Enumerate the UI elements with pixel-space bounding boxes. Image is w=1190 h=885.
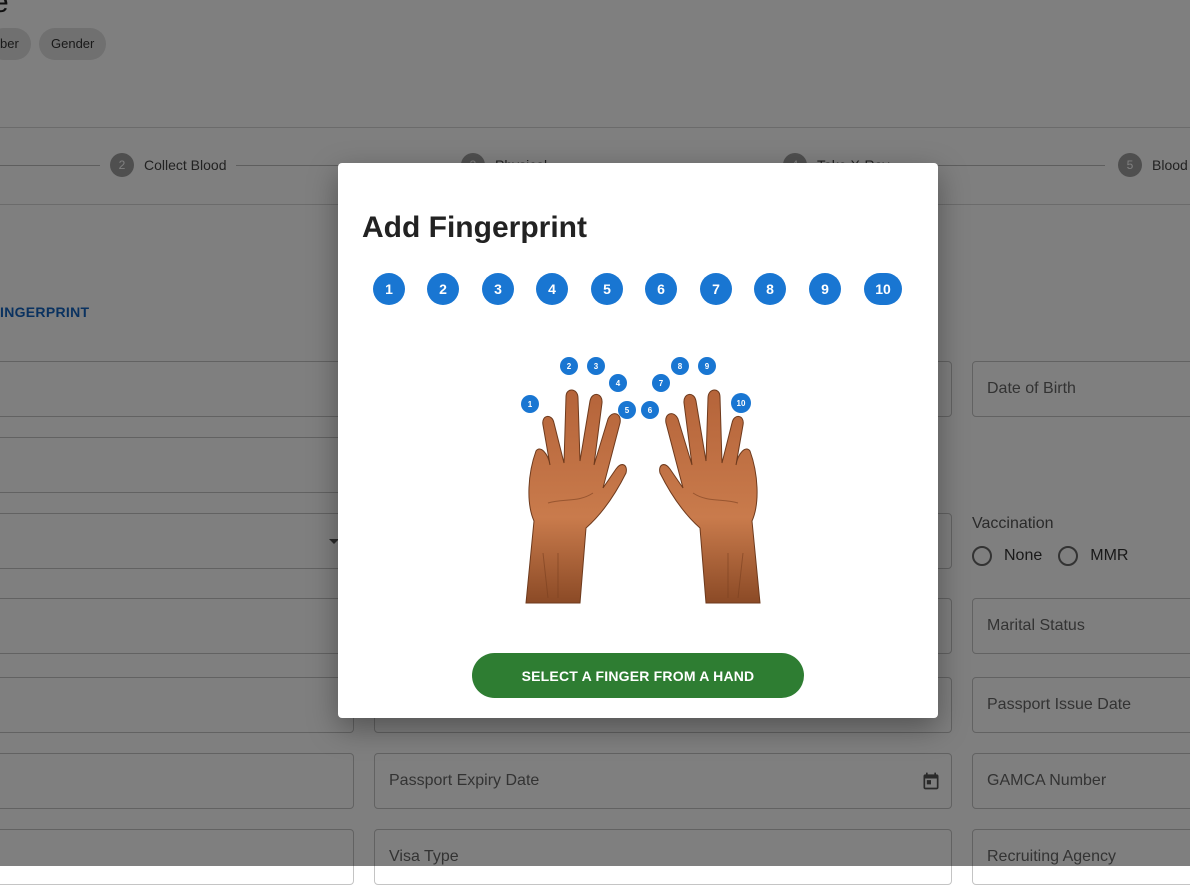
finger-button-5[interactable]: 5 bbox=[591, 273, 623, 305]
hand-finger-6[interactable]: 6 bbox=[641, 401, 659, 419]
hands-icon bbox=[525, 389, 761, 604]
finger-button-3[interactable]: 3 bbox=[482, 273, 514, 305]
hand-finger-10[interactable]: 10 bbox=[731, 393, 751, 413]
finger-button-8[interactable]: 8 bbox=[754, 273, 786, 305]
finger-button-10[interactable]: 10 bbox=[864, 273, 902, 305]
hand-finger-1[interactable]: 1 bbox=[521, 395, 539, 413]
finger-button-9[interactable]: 9 bbox=[809, 273, 841, 305]
dialog-title: Add Fingerprint bbox=[362, 211, 587, 244]
hand-finger-9[interactable]: 9 bbox=[698, 357, 716, 375]
finger-button-4[interactable]: 4 bbox=[536, 273, 568, 305]
hand-finger-8[interactable]: 8 bbox=[671, 357, 689, 375]
hand-finger-3[interactable]: 3 bbox=[587, 357, 605, 375]
hand-finger-4[interactable]: 4 bbox=[609, 374, 627, 392]
finger-button-7[interactable]: 7 bbox=[700, 273, 732, 305]
hand-finger-2[interactable]: 2 bbox=[560, 357, 578, 375]
select-finger-button[interactable]: SELECT A FINGER FROM A HAND bbox=[472, 653, 804, 698]
hands-illustration: 1 2 3 4 5 6 7 8 9 10 bbox=[508, 353, 778, 608]
finger-button-2[interactable]: 2 bbox=[427, 273, 459, 305]
add-fingerprint-dialog: Add Fingerprint 1 2 3 4 5 6 7 8 9 10 1 2… bbox=[338, 163, 938, 718]
finger-button-1[interactable]: 1 bbox=[373, 273, 405, 305]
hand-finger-5[interactable]: 5 bbox=[618, 401, 636, 419]
hand-finger-7[interactable]: 7 bbox=[652, 374, 670, 392]
finger-button-6[interactable]: 6 bbox=[645, 273, 677, 305]
